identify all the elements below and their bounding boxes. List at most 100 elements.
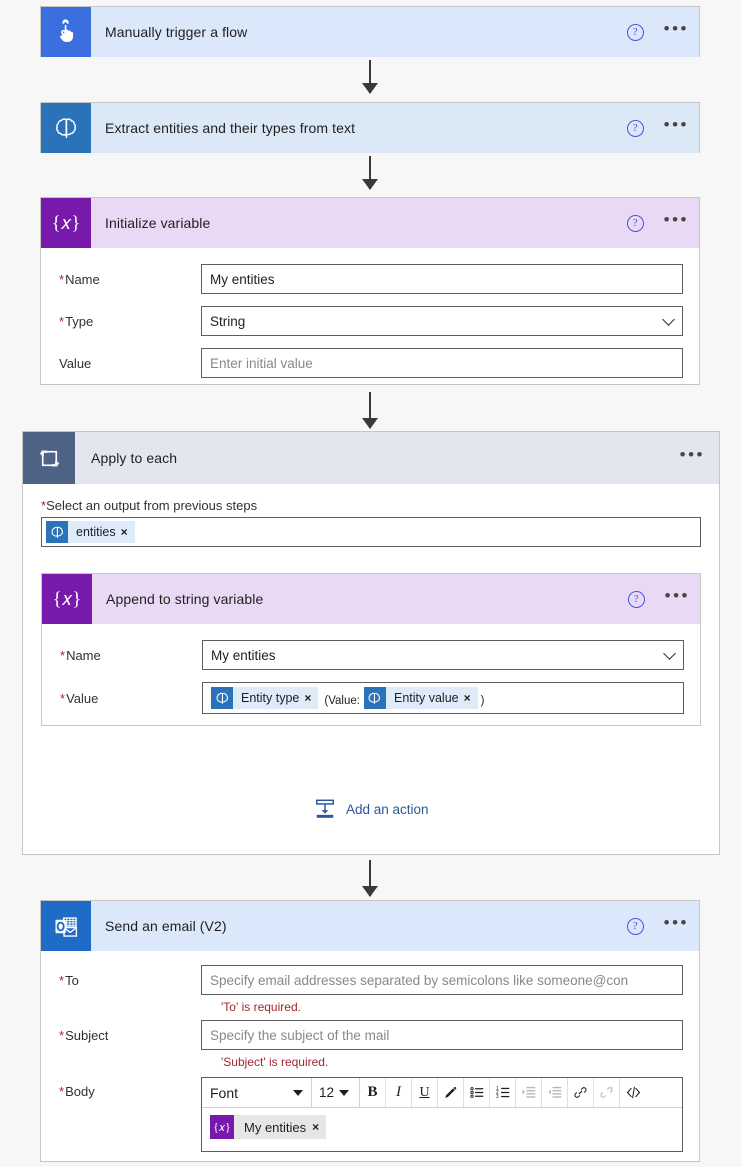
card-header-actions: ? ••• bbox=[626, 7, 689, 57]
field-label-value: Value bbox=[60, 691, 202, 706]
token-entities[interactable]: entities × bbox=[46, 521, 135, 543]
card-initialize-variable[interactable]: {𝑥} Initialize variable ? ••• Name My en… bbox=[40, 197, 700, 385]
italic-button[interactable]: I bbox=[386, 1078, 412, 1107]
underline-button[interactable]: U bbox=[412, 1078, 438, 1107]
font-family-select[interactable]: Font bbox=[202, 1078, 312, 1107]
field-label-name: Name bbox=[60, 648, 202, 663]
close-icon[interactable]: × bbox=[312, 1120, 326, 1134]
hand-tap-icon bbox=[41, 7, 91, 57]
card-append-to-string-variable[interactable]: {𝑥} Append to string variable ? ••• Name… bbox=[41, 573, 701, 726]
loop-icon bbox=[23, 432, 75, 484]
to-error-message: 'To' is required. bbox=[221, 1000, 301, 1014]
svg-text:{𝑥}: {𝑥} bbox=[53, 589, 82, 610]
field-row-value: Value Entity type × bbox=[42, 674, 700, 718]
token-label: Entity value bbox=[393, 691, 459, 705]
card-header-actions: ? ••• bbox=[627, 574, 690, 624]
token-label: My entities bbox=[244, 1119, 307, 1135]
subject-input[interactable]: Specify the subject of the mail bbox=[201, 1020, 683, 1050]
help-icon[interactable]: ? bbox=[626, 214, 644, 232]
increase-indent-button[interactable] bbox=[516, 1078, 542, 1107]
card-apply-to-each[interactable]: Apply to each ••• *Select an output from… bbox=[22, 431, 720, 855]
card-title: Apply to each bbox=[91, 450, 178, 466]
card-manually-trigger-a-flow[interactable]: Manually trigger a flow ? ••• bbox=[40, 6, 700, 57]
card-body: Name My entities Type String Value Enter… bbox=[41, 248, 699, 398]
more-options-icon[interactable]: ••• bbox=[665, 587, 690, 606]
to-input-placeholder: Specify email addresses separated by sem… bbox=[210, 972, 629, 988]
token-my-entities[interactable]: {𝑥} My entities × bbox=[210, 1115, 327, 1139]
type-select[interactable]: String bbox=[201, 306, 683, 336]
ai-brain-icon bbox=[211, 687, 233, 709]
append-value-input[interactable]: Entity type × (Value: Entity value ×) bbox=[202, 682, 684, 714]
outlook-icon bbox=[41, 901, 91, 951]
body-rich-text-editor[interactable]: Font 12 B I U 1 2 3 {𝑥} My entities × bbox=[201, 1077, 683, 1152]
card-header[interactable]: Apply to each ••• bbox=[23, 432, 719, 484]
field-row-body: Body Font 12 B bbox=[41, 1073, 699, 1156]
code-view-button[interactable] bbox=[620, 1078, 646, 1107]
add-action-icon bbox=[314, 798, 336, 820]
help-icon[interactable]: ? bbox=[626, 917, 644, 935]
field-label-body: Body bbox=[59, 1077, 201, 1099]
to-input[interactable]: Specify email addresses separated by sem… bbox=[201, 965, 683, 995]
more-options-icon[interactable]: ••• bbox=[664, 211, 689, 230]
bold-label: B bbox=[367, 1084, 378, 1100]
decrease-indent-button[interactable] bbox=[542, 1078, 568, 1107]
bulleted-list-button[interactable] bbox=[464, 1078, 490, 1107]
card-header[interactable]: Manually trigger a flow ? ••• bbox=[41, 7, 699, 57]
chevron-down-icon bbox=[339, 1089, 350, 1096]
field-row-subject: Subject Specify the subject of the mail bbox=[41, 1018, 699, 1054]
font-family-value: Font bbox=[210, 1084, 239, 1101]
underline-label: U bbox=[419, 1084, 430, 1100]
text-color-button[interactable] bbox=[438, 1078, 464, 1107]
more-options-icon[interactable]: ••• bbox=[680, 446, 705, 465]
card-extract-entities[interactable]: Extract entities and their types from te… bbox=[40, 102, 700, 153]
card-header[interactable]: Send an email (V2) ? ••• bbox=[41, 901, 699, 951]
name-input-value: My entities bbox=[210, 271, 275, 287]
italic-label: I bbox=[396, 1084, 401, 1100]
variable-icon: {𝑥} bbox=[41, 198, 91, 248]
numbered-list-button[interactable]: 1 2 3 bbox=[490, 1078, 516, 1107]
connector-arrow bbox=[362, 392, 378, 429]
remove-link-button[interactable] bbox=[594, 1078, 620, 1107]
help-icon[interactable]: ? bbox=[627, 590, 645, 608]
card-header[interactable]: {𝑥} Initialize variable ? ••• bbox=[41, 198, 699, 248]
add-action-label: Add an action bbox=[346, 801, 429, 817]
value-input-placeholder: Enter initial value bbox=[210, 355, 313, 371]
field-row-name: Name My entities bbox=[41, 260, 699, 298]
token-entity-type[interactable]: Entity type × bbox=[211, 687, 319, 709]
svg-text:3: 3 bbox=[495, 1094, 498, 1100]
type-select-value: String bbox=[210, 313, 246, 329]
rte-toolbar: Font 12 B I U 1 2 3 bbox=[202, 1078, 682, 1108]
card-title: Extract entities and their types from te… bbox=[105, 120, 356, 136]
more-options-icon[interactable]: ••• bbox=[664, 914, 689, 933]
scope-body: *Select an output from previous steps en… bbox=[23, 484, 719, 547]
more-options-icon[interactable]: ••• bbox=[664, 20, 689, 39]
font-size-select[interactable]: 12 bbox=[312, 1078, 360, 1107]
card-header[interactable]: {𝑥} Append to string variable ? ••• bbox=[42, 574, 700, 624]
body-editor-content[interactable]: {𝑥} My entities × bbox=[202, 1108, 682, 1151]
token-label: entities bbox=[76, 525, 116, 539]
insert-link-button[interactable] bbox=[568, 1078, 594, 1107]
value-input[interactable]: Enter initial value bbox=[201, 348, 683, 378]
token-entity-value[interactable]: Entity value × bbox=[363, 687, 478, 709]
field-row-type: Type String bbox=[41, 298, 699, 340]
value-literal-before: (Value: bbox=[324, 695, 360, 707]
add-an-action-button[interactable]: Add an action bbox=[314, 798, 429, 820]
output-field-label: *Select an output from previous steps bbox=[41, 498, 258, 513]
card-send-an-email[interactable]: Send an email (V2) ? ••• To Specify emai… bbox=[40, 900, 700, 1162]
variable-icon: {𝑥} bbox=[210, 1115, 234, 1139]
help-icon[interactable]: ? bbox=[626, 23, 644, 41]
output-select-field[interactable]: entities × bbox=[41, 517, 701, 547]
field-label-value: Value bbox=[59, 355, 92, 371]
close-icon[interactable]: × bbox=[464, 691, 478, 705]
chevron-down-icon bbox=[663, 647, 676, 660]
bold-button[interactable]: B bbox=[360, 1078, 386, 1107]
card-title: Initialize variable bbox=[105, 215, 211, 231]
help-icon[interactable]: ? bbox=[626, 119, 644, 137]
card-title: Append to string variable bbox=[106, 591, 264, 607]
more-options-icon[interactable]: ••• bbox=[664, 116, 689, 135]
name-input[interactable]: My entities bbox=[201, 264, 683, 294]
close-icon[interactable]: × bbox=[121, 525, 135, 539]
variable-name-select[interactable]: My entities bbox=[202, 640, 684, 670]
card-header[interactable]: Extract entities and their types from te… bbox=[41, 103, 699, 153]
close-icon[interactable]: × bbox=[304, 691, 318, 705]
